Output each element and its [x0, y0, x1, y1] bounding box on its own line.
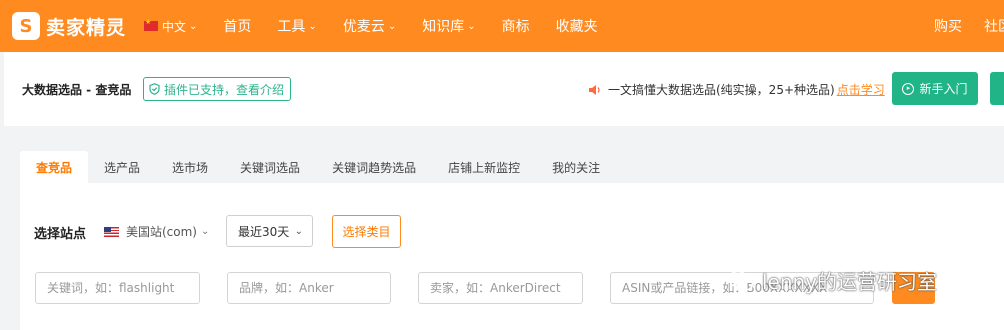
- site-label: 选择站点: [34, 227, 87, 242]
- nav-trademark[interactable]: 商标: [502, 16, 530, 36]
- nav-youmaiyun[interactable]: 优麦云 ⌄: [343, 16, 396, 36]
- site-value: 美国站(com): [126, 225, 197, 239]
- us-flag-icon: [104, 226, 119, 237]
- nav-buy-label: 购买: [934, 19, 962, 35]
- chevron-down-icon: ⌄: [189, 20, 198, 32]
- learn-link[interactable]: 点击学习: [837, 81, 885, 98]
- nav-home-label: 首页: [223, 19, 252, 35]
- chevron-down-icon: ⌄: [308, 20, 317, 32]
- brand-input[interactable]: [227, 272, 391, 304]
- language-switcher[interactable]: 中文 ⌄: [144, 18, 197, 35]
- chevron-down-icon: ⌄: [467, 20, 476, 32]
- nav-community-label: 社区: [984, 19, 1004, 35]
- brand-logo[interactable]: S 卖家精灵: [12, 12, 126, 40]
- chevron-down-icon: ⌄: [294, 225, 303, 237]
- nav-right: 购买 社区: [934, 0, 1004, 52]
- plugin-support-badge[interactable]: 插件已支持，查看介绍: [143, 77, 292, 101]
- tab-keyword-trend[interactable]: 关键词趋势选品: [316, 151, 432, 183]
- date-range-select[interactable]: 最近30天 ⌄: [226, 215, 313, 247]
- notice-text: 一文搞懂大数据选品(纯实操，25+种选品): [608, 83, 835, 97]
- date-range-value: 最近30天: [238, 224, 290, 239]
- nav-home[interactable]: 首页: [223, 16, 251, 36]
- nav-trademark-label: 商标: [501, 19, 530, 35]
- site-selector[interactable]: 美国站(com) ⌄: [104, 223, 209, 240]
- plugin-badge-label: 插件已支持，查看介绍: [164, 82, 285, 97]
- chevron-down-icon: ⌄: [201, 226, 210, 237]
- nav-youmaiyun-label: 优麦云: [342, 19, 385, 35]
- watermark: lenny的运营研习室: [728, 266, 937, 295]
- chevron-down-icon: ⌄: [387, 20, 397, 32]
- brand-name: 卖家精灵: [46, 16, 127, 39]
- nav-community[interactable]: 社区: [984, 16, 1004, 36]
- top-navbar: S 卖家精灵 中文 ⌄ 首页 工具⌄ 优麦云⌄ 知识库⌄ 商标 收藏夹 购买 社…: [0, 0, 1004, 52]
- tab-check-competitors[interactable]: 查竞品: [20, 151, 89, 183]
- tab-keyword-selection[interactable]: 关键词选品: [224, 151, 316, 183]
- nav-tools[interactable]: 工具 ⌄: [277, 16, 316, 36]
- seller-input[interactable]: [418, 272, 583, 304]
- china-flag-icon: [144, 18, 159, 31]
- nav-knowledge-label: 知识库: [422, 19, 465, 35]
- page-header: 大数据选品 - 查竞品 插件已支持，查看介绍 一文搞懂大数据选品(纯实操，25+…: [4, 52, 1004, 126]
- secondary-green-button[interactable]: [990, 72, 1004, 105]
- feature-tabs: 查竞品 选产品 选市场 关键词选品 关键词趋势选品 店铺上新监控 我的关注: [20, 151, 616, 183]
- wechat-icon: [728, 270, 754, 291]
- nav-favorites[interactable]: 收藏夹: [556, 16, 598, 36]
- tab-select-products[interactable]: 选产品: [88, 151, 156, 183]
- shield-check-icon: [149, 83, 160, 95]
- newbie-guide-label: 新手入门: [919, 82, 968, 96]
- notice-bar: 一文搞懂大数据选品(纯实操，25+种选品) 点击学习: [588, 81, 885, 98]
- newbie-guide-button[interactable]: ▸ 新手入门: [892, 72, 978, 105]
- watermark-text: lenny的运营研习室: [762, 270, 938, 294]
- tab-store-monitor[interactable]: 店铺上新监控: [432, 151, 536, 183]
- nav-tools-label: 工具: [277, 19, 306, 35]
- tab-my-follows[interactable]: 我的关注: [536, 151, 616, 183]
- nav-knowledge[interactable]: 知识库 ⌄: [422, 16, 475, 36]
- nav-favorites-label: 收藏夹: [555, 19, 598, 35]
- speaker-icon: [589, 84, 600, 95]
- select-category-button[interactable]: 选择类目: [332, 215, 401, 248]
- tab-select-market[interactable]: 选市场: [156, 151, 224, 183]
- breadcrumb: 大数据选品 - 查竞品: [22, 83, 132, 97]
- brand-mark-icon: S: [12, 12, 40, 40]
- filter-panel: 选择站点 美国站(com) ⌄ 最近30天 ⌄ 选择类目: [20, 183, 1004, 330]
- nav-buy[interactable]: 购买: [934, 16, 962, 36]
- language-label: 中文: [162, 19, 187, 34]
- play-circle-icon: ▸: [902, 82, 915, 95]
- keyword-input[interactable]: [35, 272, 200, 304]
